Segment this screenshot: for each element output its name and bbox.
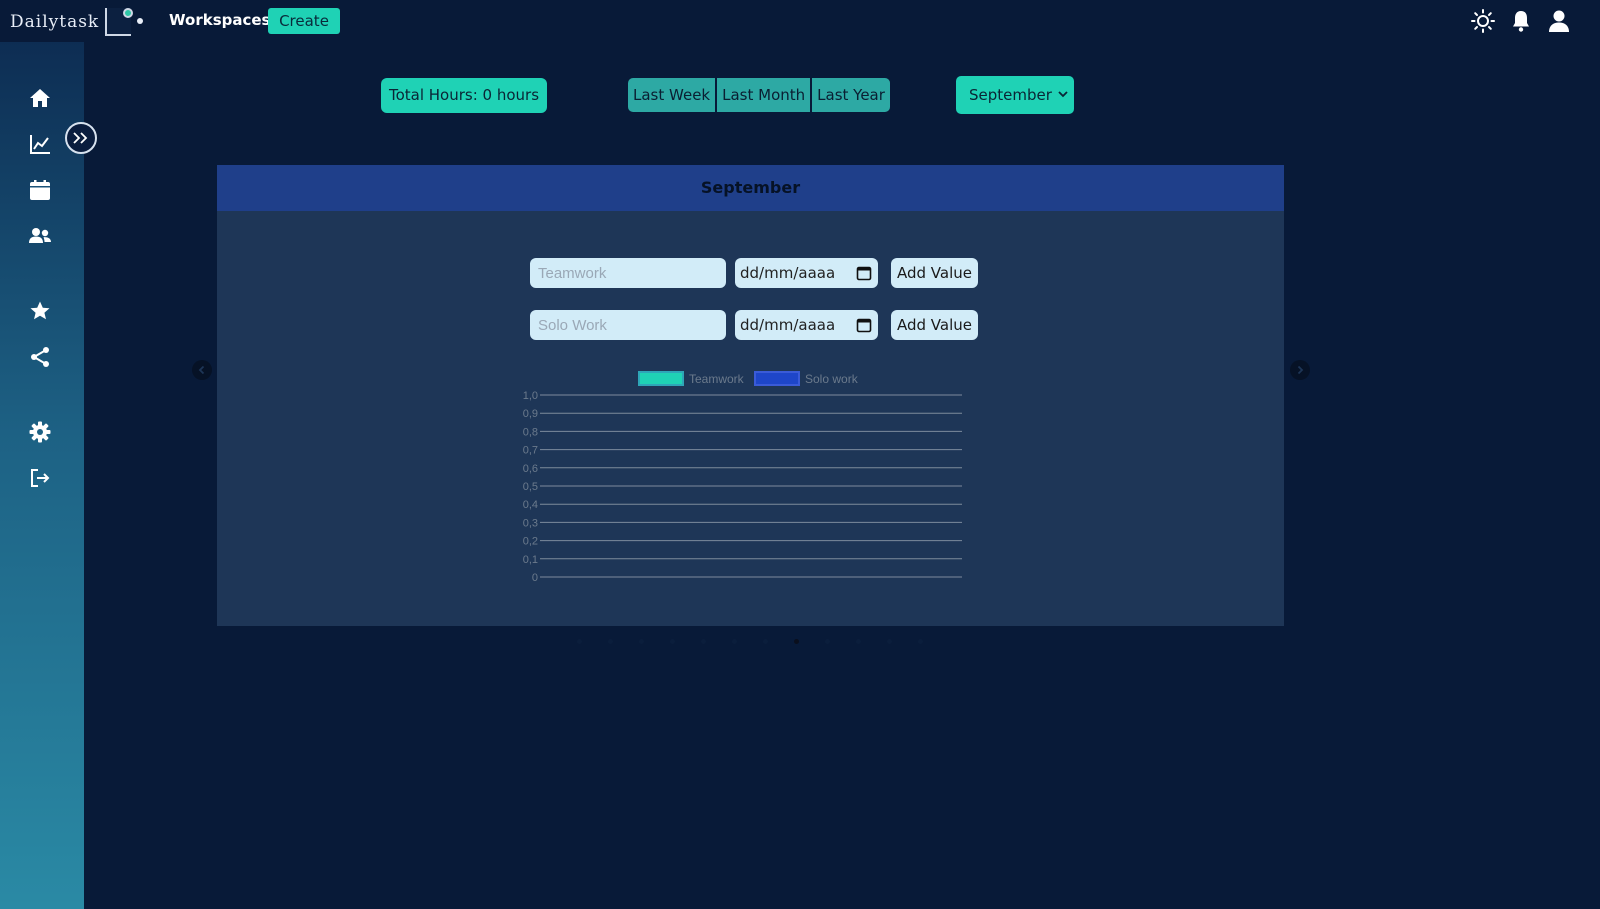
double-chevron-right-icon <box>73 132 88 144</box>
legend-swatch <box>754 371 800 386</box>
y-tick-label: 0,2 <box>523 536 538 548</box>
calendar-icon <box>30 180 50 200</box>
y-tick-label: 0,3 <box>523 517 538 529</box>
carousel-title: September <box>217 165 1284 211</box>
chevron-left-icon <box>198 365 205 375</box>
legend-label: Teamwork <box>689 372 745 386</box>
star-icon <box>30 301 50 320</box>
solo-date-placeholder: dd/mm/aaaa <box>740 316 836 334</box>
sun-icon[interactable] <box>1470 8 1496 34</box>
solo-form-row: dd/mm/aaaa Add Value <box>530 310 978 340</box>
carousel-dot[interactable] <box>763 639 768 644</box>
y-tick-label: 0,9 <box>523 408 538 420</box>
sidebar-item-logout[interactable] <box>26 464 54 492</box>
y-tick-label: 1,0 <box>523 390 538 402</box>
sidebar-item-team[interactable] <box>26 222 54 250</box>
sidebar-item-settings[interactable] <box>26 418 54 446</box>
gear-icon <box>29 421 51 443</box>
bell-icon[interactable] <box>1508 8 1534 34</box>
teamwork-input[interactable] <box>530 258 726 288</box>
carousel-dot[interactable] <box>918 639 923 644</box>
month-select[interactable]: September <box>956 76 1074 114</box>
legend-label: Solo work <box>805 372 859 386</box>
carousel-dot[interactable] <box>825 639 830 644</box>
carousel-dot[interactable] <box>670 639 675 644</box>
carousel-dot[interactable] <box>856 639 861 644</box>
carousel-dot[interactable] <box>639 639 644 644</box>
calendar-icon[interactable] <box>856 317 872 333</box>
home-icon <box>30 89 50 107</box>
y-tick-label: 0,6 <box>523 463 538 475</box>
solo-date-input[interactable]: dd/mm/aaaa <box>735 310 878 340</box>
sidebar <box>0 42 97 909</box>
teamwork-date-placeholder: dd/mm/aaaa <box>740 264 836 282</box>
hours-chart: 0 0,1 0,2 0,3 0,4 0,5 0,6 0,7 0,8 0,9 1,0 Teamwork S… <box>523 371 962 584</box>
y-tick-label: 0,1 <box>523 554 538 566</box>
total-hours-badge[interactable]: Total Hours: 0 hours <box>381 78 547 113</box>
chart-line-icon <box>30 135 50 154</box>
teamwork-form-row: dd/mm/aaaa Add Value <box>530 258 978 288</box>
legend-swatch <box>638 371 684 386</box>
sidebar-expand-button[interactable] <box>65 122 97 154</box>
nav-workspaces-link[interactable]: Workspaces <box>169 11 270 29</box>
month-select-value: September <box>969 86 1052 104</box>
teamwork-add-value-button[interactable]: Add Value <box>891 258 978 288</box>
solo-work-input[interactable] <box>530 310 726 340</box>
y-tick-label: 0,7 <box>523 445 538 457</box>
users-icon <box>29 228 51 243</box>
teamwork-date-input[interactable]: dd/mm/aaaa <box>735 258 878 288</box>
app-logo[interactable]: Dailytask <box>10 6 144 38</box>
carousel-indicators <box>577 639 923 645</box>
calendar-icon[interactable] <box>856 265 872 281</box>
top-bar: Dailytask Workspaces Create <box>0 0 1600 42</box>
sidebar-item-analytics[interactable] <box>26 130 54 158</box>
carousel-dot[interactable] <box>577 639 582 644</box>
sidebar-item-calendar[interactable] <box>26 176 54 204</box>
carousel-dot[interactable] <box>794 639 799 644</box>
chevron-right-icon <box>1297 365 1304 375</box>
top-icons <box>1470 8 1600 34</box>
carousel-next-button[interactable] <box>1290 360 1310 380</box>
y-tick-label: 0,8 <box>523 426 538 438</box>
sidebar-item-favorites[interactable] <box>26 297 54 325</box>
create-button[interactable]: Create <box>268 8 340 34</box>
month-carousel-panel: September dd/mm/aaaa Add Value dd/mm/aaa… <box>217 165 1284 626</box>
range-last-week-button[interactable]: Last Week <box>628 78 716 112</box>
y-tick-label: 0,5 <box>523 481 538 493</box>
carousel-dot[interactable] <box>608 639 613 644</box>
solo-add-value-button[interactable]: Add Value <box>891 310 978 340</box>
logout-icon <box>31 469 50 487</box>
sidebar-item-share[interactable] <box>26 343 54 371</box>
logo-text: Dailytask <box>10 12 100 32</box>
logo-mark-icon <box>103 6 144 38</box>
user-icon[interactable] <box>1546 8 1572 34</box>
carousel-dot[interactable] <box>732 639 737 644</box>
y-tick-label: 0 <box>532 572 538 584</box>
range-last-month-button[interactable]: Last Month <box>717 78 811 112</box>
range-button-group: Last Week Last Month Last Year <box>628 78 890 112</box>
y-tick-label: 0,4 <box>523 499 538 511</box>
carousel-prev-button[interactable] <box>192 360 212 380</box>
sidebar-item-home[interactable] <box>26 84 54 112</box>
chevron-down-icon <box>1058 91 1068 98</box>
range-last-year-button[interactable]: Last Year <box>812 78 890 112</box>
carousel-dot[interactable] <box>701 639 706 644</box>
carousel-dot[interactable] <box>887 639 892 644</box>
share-icon <box>31 347 49 367</box>
